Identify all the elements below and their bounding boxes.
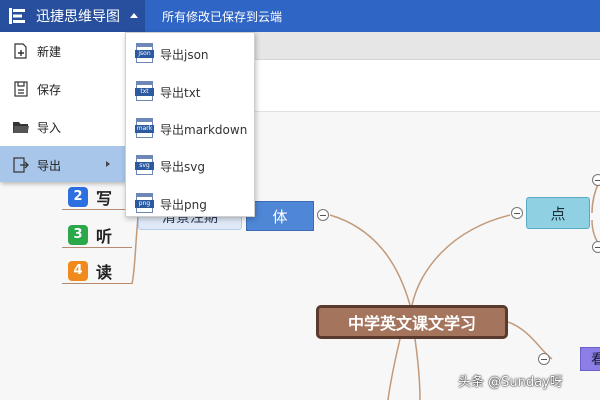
png-file-icon: png <box>135 193 154 213</box>
submenu-label: 导出markdown <box>160 123 248 137</box>
collapse-toggle-icon[interactable] <box>592 174 600 186</box>
collapse-toggle-icon[interactable] <box>317 209 329 221</box>
menu-item-save[interactable]: 保存 <box>0 70 125 108</box>
json-file-icon: json <box>135 43 154 63</box>
menu-label: 导出 <box>37 159 62 173</box>
export-json-item[interactable]: json 导出json <box>126 35 254 71</box>
new-file-icon <box>14 43 27 59</box>
menu-label: 保存 <box>37 83 62 97</box>
number-badge: 3 <box>68 224 88 245</box>
save-icon <box>14 81 28 97</box>
number-badge: 4 <box>68 260 88 281</box>
menu-item-new[interactable]: 新建 <box>0 32 125 70</box>
export-submenu: json 导出json txt 导出txt mark 导出markdown sv… <box>125 32 255 217</box>
number-badge: 2 <box>68 186 88 207</box>
export-icon <box>13 157 29 173</box>
markdown-file-icon: mark <box>135 118 154 138</box>
menu-item-import[interactable]: 导入 <box>0 108 125 146</box>
svg-file-icon: svg <box>135 155 154 175</box>
branch-node-body[interactable]: 体 <box>246 201 314 231</box>
branch-node-watch[interactable]: 看 <box>580 347 600 371</box>
export-png-item[interactable]: png 导出png <box>126 185 254 221</box>
export-markdown-item[interactable]: mark 导出markdown <box>126 110 254 146</box>
skill-item-listen[interactable]: 3 听 <box>62 222 132 248</box>
export-svg-item[interactable]: svg 导出svg <box>126 147 254 183</box>
menu-label: 导入 <box>37 121 62 135</box>
skill-item-read[interactable]: 4 读 <box>62 258 132 284</box>
collapse-toggle-icon[interactable] <box>538 353 550 365</box>
skill-label: 读 <box>96 262 113 282</box>
collapse-toggle-icon[interactable] <box>592 241 600 253</box>
chevron-right-icon <box>106 161 110 167</box>
watermark: 头条 @Sunday呀 <box>458 375 563 390</box>
skill-label: 写 <box>96 188 113 208</box>
skill-label: 听 <box>96 226 113 246</box>
submenu-label: 导出txt <box>160 86 201 100</box>
collapse-toggle-icon[interactable] <box>511 207 523 219</box>
folder-icon <box>13 122 29 133</box>
branch-node-point[interactable]: 点 <box>526 197 590 229</box>
submenu-label: 导出svg <box>160 160 205 174</box>
menu-label: 新建 <box>37 45 62 59</box>
skill-item-write[interactable]: 2 写 <box>62 184 132 210</box>
menu-item-export[interactable]: 导出 <box>0 146 125 182</box>
central-topic-node[interactable]: 中学英文课文学习 <box>316 305 508 339</box>
submenu-label: 导出json <box>160 48 209 62</box>
file-menu: 新建 保存 导入 导出 <box>0 32 125 182</box>
txt-file-icon: txt <box>135 81 154 101</box>
submenu-label: 导出png <box>160 198 207 212</box>
export-txt-item[interactable]: txt 导出txt <box>126 73 254 109</box>
